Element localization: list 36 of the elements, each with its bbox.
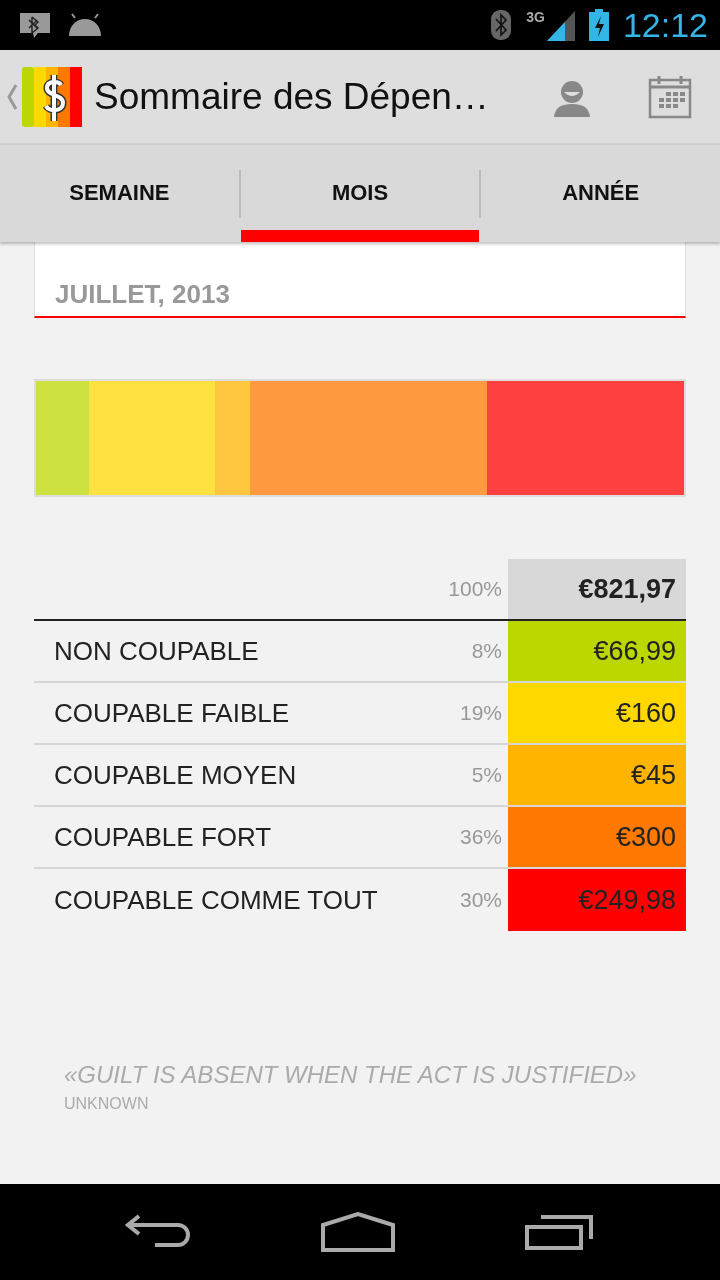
category-percent: 30% xyxy=(458,887,503,913)
quote-text: «GUILT IS ABSENT WHEN THE ACT IS JUSTIFIED» xyxy=(64,1061,637,1089)
tab[interactable]: ANNÉE xyxy=(481,145,720,242)
category-amount: €66,99 xyxy=(508,621,686,681)
back-icon xyxy=(125,1214,191,1250)
category-name: COUPABLE MOYEN xyxy=(53,758,298,792)
category-percent: 8% xyxy=(470,638,503,664)
tab[interactable]: SEMAINE xyxy=(0,145,239,242)
app-logo-icon xyxy=(22,66,82,127)
clock: 12:12 xyxy=(622,5,708,45)
signal-icon xyxy=(544,9,575,41)
category-amount: €249,98 xyxy=(508,869,686,931)
home-icon xyxy=(321,1212,395,1252)
category-name: COUPABLE COMME TOUT xyxy=(53,883,379,917)
category-percent: 36% xyxy=(458,824,503,850)
category-percent: 19% xyxy=(458,700,503,726)
recent-apps-icon xyxy=(525,1214,595,1250)
app-home-button[interactable] xyxy=(6,66,82,127)
category-amount: €160 xyxy=(508,683,686,743)
category-name: NON COUPABLE xyxy=(53,634,260,668)
battery-charging-icon xyxy=(588,9,609,41)
total-percent: 100% xyxy=(447,576,503,602)
network-type: 3G xyxy=(526,9,545,25)
period-title: JUILLET, 2013 xyxy=(55,279,230,310)
bluetooth-icon xyxy=(490,9,513,41)
android-icon xyxy=(66,12,104,38)
calendar-icon xyxy=(648,74,692,119)
category-percent: 5% xyxy=(470,762,503,788)
screen-title: Sommaire des Dépen… xyxy=(94,75,490,118)
category-name: COUPABLE FORT xyxy=(53,820,273,854)
total-amount: €821,97 xyxy=(508,559,686,619)
category-amount: €45 xyxy=(508,745,686,805)
category-amount: €300 xyxy=(508,807,686,867)
quote-author: UNKNOWN xyxy=(64,1095,149,1113)
category-name: COUPABLE FAIBLE xyxy=(53,696,291,730)
notification-icon xyxy=(18,10,52,40)
